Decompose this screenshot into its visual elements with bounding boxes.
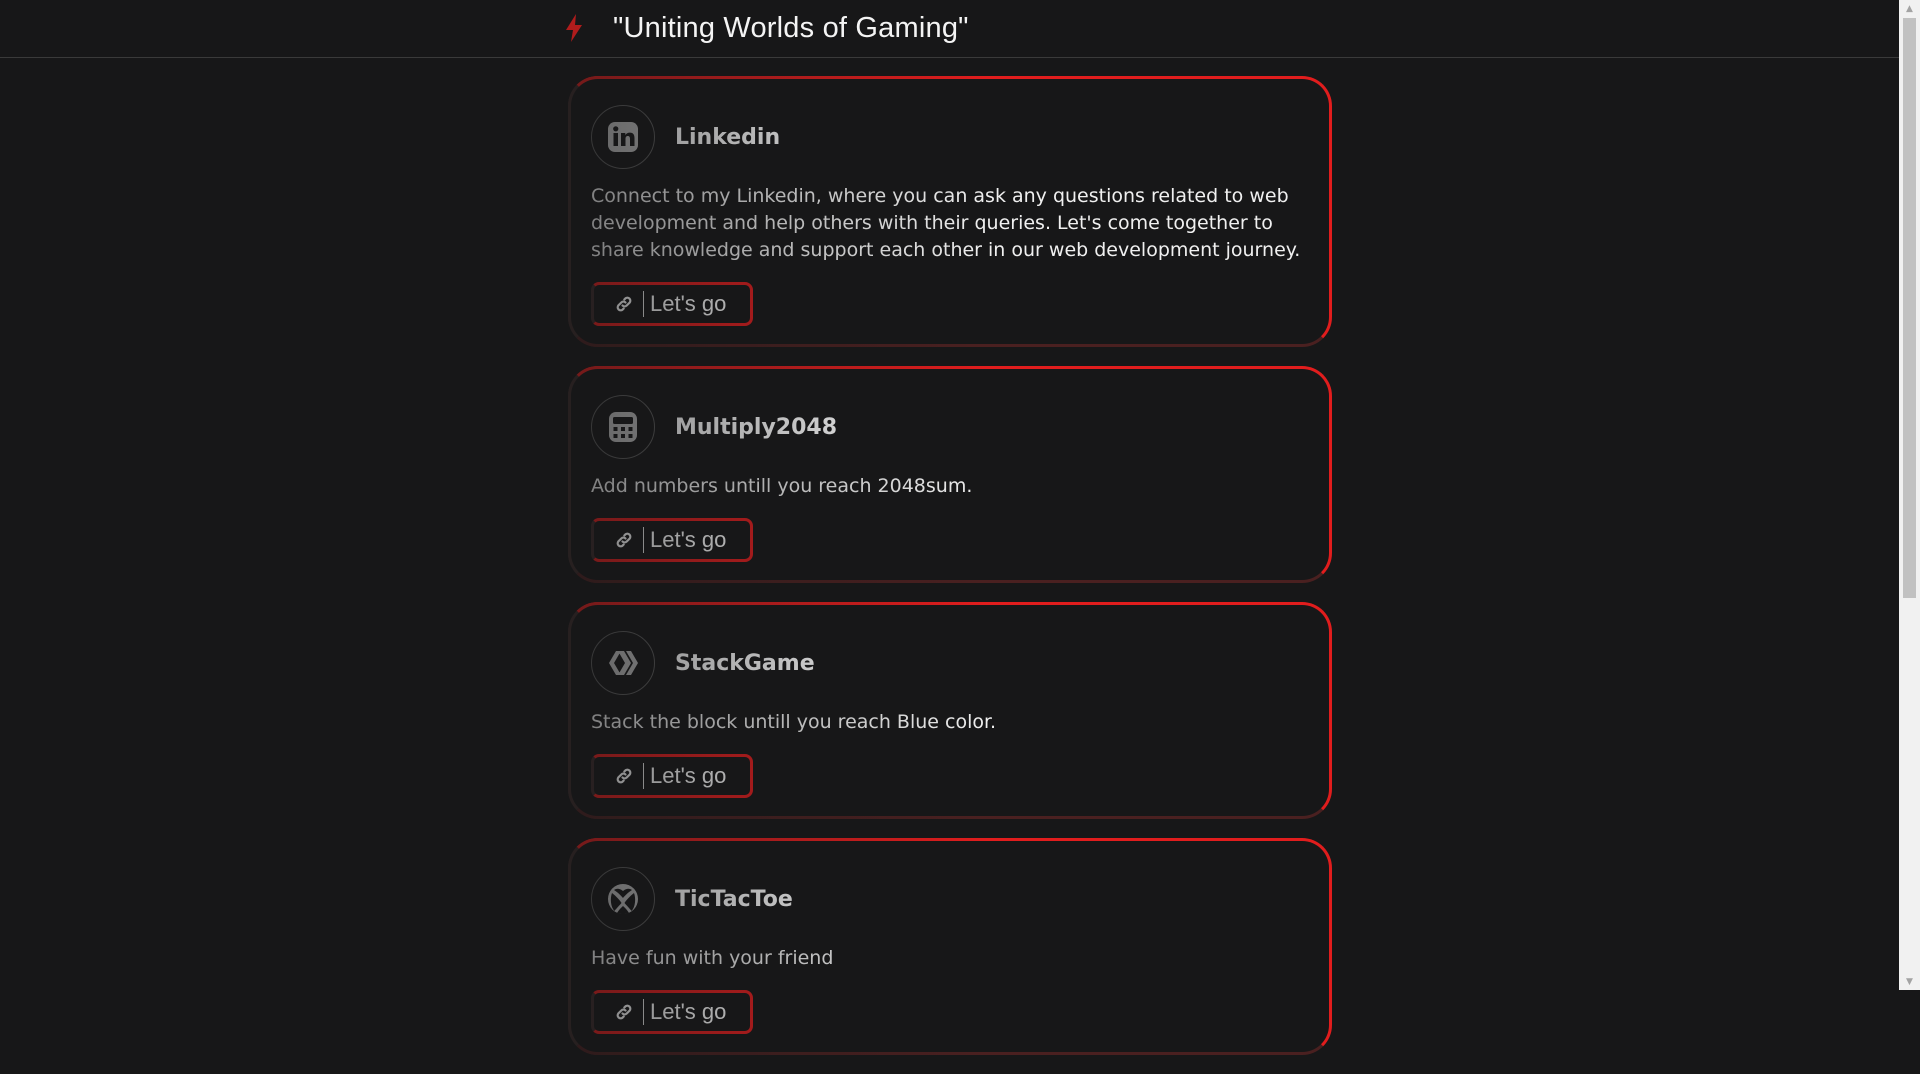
top-bar: "Uniting Worlds of Gaming" <box>0 0 1899 58</box>
card-avatar <box>591 105 655 169</box>
card-avatar <box>591 867 655 931</box>
card-title: TicTacToe <box>675 886 793 912</box>
link-icon <box>616 1004 632 1020</box>
hive-icon <box>609 651 638 675</box>
button-separator <box>643 291 644 317</box>
link-icon <box>616 532 632 548</box>
button-label: Let's go <box>650 291 727 316</box>
page-scrollbar[interactable]: ▲ ▼ <box>1899 0 1920 990</box>
lets-go-button[interactable]: Let's go <box>591 518 753 562</box>
button-separator <box>643 763 644 789</box>
card-avatar <box>591 395 655 459</box>
card-description: Connect to my Linkedin, where you can as… <box>591 185 1301 261</box>
card-title: StackGame <box>675 650 815 676</box>
card-stackgame: StackGame Stack the block untill you rea… <box>568 602 1332 819</box>
lets-go-button[interactable]: Let's go <box>591 754 753 798</box>
card-avatar <box>591 631 655 695</box>
page-title: "Uniting Worlds of Gaming" <box>613 11 969 44</box>
card-description: Have fun with your friend <box>591 947 834 969</box>
scroll-up-arrow-icon[interactable]: ▲ <box>1899 0 1920 17</box>
scroll-down-arrow-icon[interactable]: ▼ <box>1899 973 1920 990</box>
button-label: Let's go <box>650 527 727 552</box>
linkedin-icon <box>608 122 638 152</box>
button-separator <box>643 527 644 553</box>
scrollbar-thumb[interactable] <box>1903 18 1916 598</box>
xbox-icon <box>608 884 638 915</box>
lets-go-button[interactable]: Let's go <box>591 990 753 1034</box>
button-label: Let's go <box>650 999 727 1024</box>
card-list: Linkedin Connect to my Linkedin, where y… <box>568 76 1332 1074</box>
calculator-icon <box>609 412 637 442</box>
card-multiply2048: Multiply2048 Add numbers untill you reac… <box>568 366 1332 583</box>
card-description: Add numbers untill you reach 2048sum. <box>591 475 973 497</box>
card-title: Multiply2048 <box>675 414 838 440</box>
button-separator <box>643 999 644 1025</box>
card-description: Stack the block untill you reach Blue co… <box>591 711 997 733</box>
lets-go-button[interactable]: Let's go <box>591 282 753 326</box>
card-linkedin: Linkedin Connect to my Linkedin, where y… <box>568 76 1332 347</box>
brand[interactable]: "Uniting Worlds of Gaming" <box>563 8 969 48</box>
lightning-bolt-icon <box>566 14 582 42</box>
button-label: Let's go <box>650 763 727 788</box>
card-tictactoe: TicTacToe Have fun with your friend Let'… <box>568 838 1332 1055</box>
link-icon <box>616 296 632 312</box>
link-icon <box>616 768 632 784</box>
card-title: Linkedin <box>675 124 781 150</box>
